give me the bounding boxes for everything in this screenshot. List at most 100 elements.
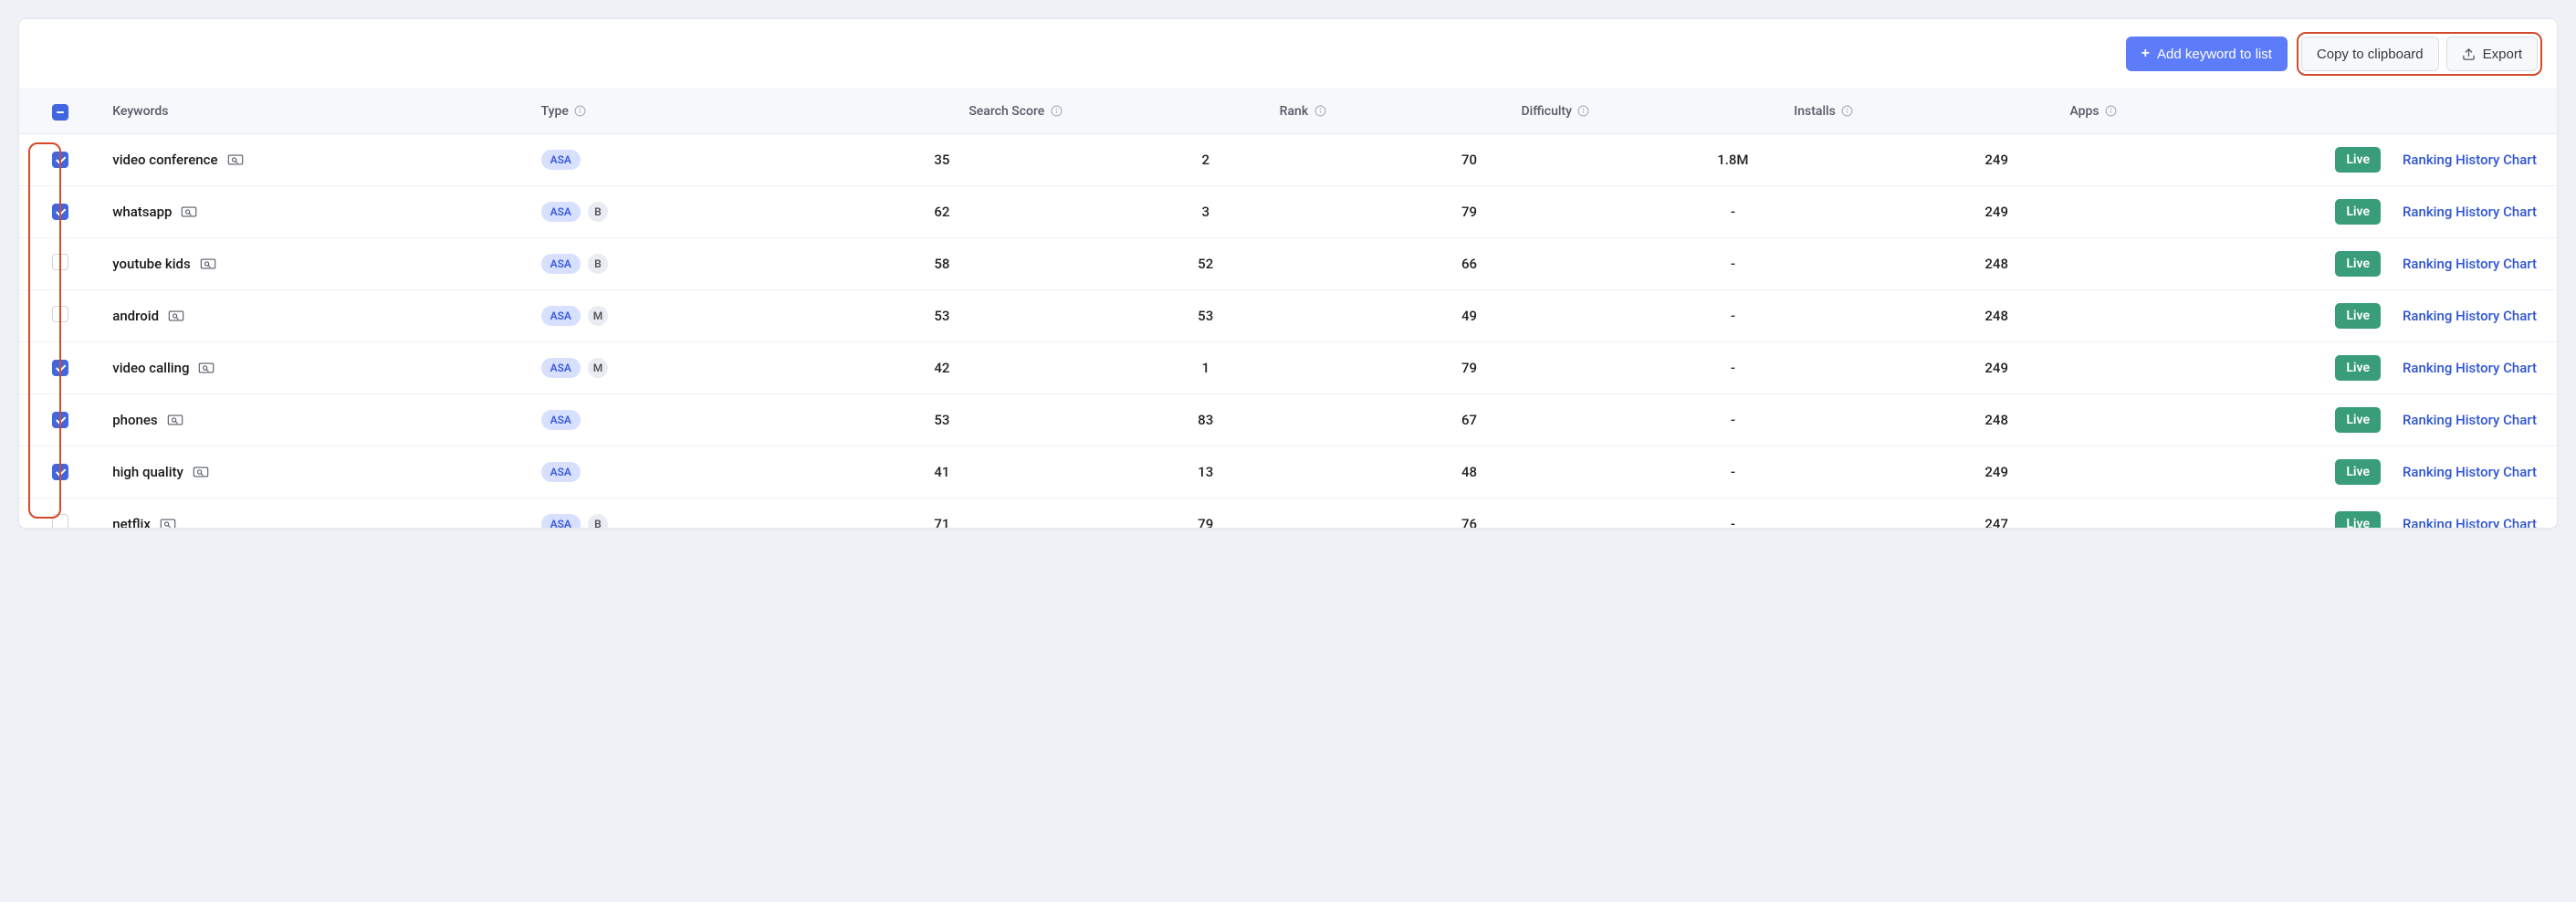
col-installs-label: Installs [1794,104,1836,119]
apps-value: 248 [1984,308,2008,324]
asa-badge: ASA [541,514,581,528]
col-difficulty-label: Difficulty [1522,104,1572,119]
apps-value: 249 [1984,360,2008,376]
rank-value: 79 [1198,516,1213,528]
row-checkbox[interactable] [52,254,68,270]
asa-badge: ASA [541,410,581,430]
info-icon[interactable] [1841,105,1854,118]
ranking-history-link[interactable]: Ranking History Chart [2403,256,2537,272]
keyword-search-icon[interactable] [227,153,244,166]
apps-value: 247 [1984,516,2008,528]
row-checkbox[interactable] [52,412,68,428]
info-icon[interactable] [1314,105,1326,118]
type-extra-badge: B [588,254,608,274]
keyword-search-icon[interactable] [167,414,183,426]
rank-value: 2 [1201,152,1209,168]
live-badge[interactable]: Live [2335,407,2381,433]
plus-icon: + [2141,47,2150,61]
keyword-text: video calling [112,360,189,376]
row-checkbox[interactable] [52,204,68,220]
keyword-text: video conference [112,152,217,168]
ranking-history-link[interactable]: Ranking History Chart [2403,412,2537,428]
keyword-text: whatsapp [112,204,172,220]
asa-badge: ASA [541,358,581,378]
ranking-history-link[interactable]: Ranking History Chart [2403,308,2537,324]
difficulty-value: 67 [1461,412,1477,428]
search_score-value: 53 [934,308,949,324]
installs-value: - [1731,308,1735,324]
live-badge[interactable]: Live [2335,459,2381,485]
search_score-value: 53 [934,412,949,428]
keyword-search-icon[interactable] [160,518,176,528]
difficulty-value: 48 [1461,464,1477,480]
keyword-text: youtube kids [112,256,190,272]
installs-value: - [1731,516,1735,528]
info-icon[interactable] [1050,105,1063,118]
rank-value: 52 [1198,256,1213,272]
difficulty-value: 66 [1461,256,1477,272]
row-checkbox[interactable] [52,514,68,528]
difficulty-value: 79 [1461,360,1477,376]
keyword-text: netflix [112,516,151,528]
table-row: phones ASA538367-248LiveRanking History … [19,393,2557,446]
keyword-search-icon[interactable] [193,466,209,478]
live-badge[interactable]: Live [2335,251,2381,277]
live-badge[interactable]: Live [2335,303,2381,329]
live-badge[interactable]: Live [2335,147,2381,173]
toolbar: + Add keyword to list Copy to clipboard … [19,19,2557,89]
row-checkbox[interactable] [52,360,68,376]
copy-to-clipboard-button[interactable]: Copy to clipboard [2301,37,2439,71]
rank-value: 13 [1198,464,1213,480]
table-row: android ASAM535349-248LiveRanking Histor… [19,289,2557,341]
difficulty-value: 49 [1461,308,1477,324]
keyword-text: high quality [112,464,183,480]
asa-badge: ASA [541,306,581,326]
apps-value: 249 [1984,464,2008,480]
installs-value: - [1731,204,1735,220]
rank-value: 53 [1198,308,1213,324]
asa-badge: ASA [541,254,581,274]
search_score-value: 41 [934,464,949,480]
installs-value: - [1731,412,1735,428]
keyword-search-icon[interactable] [181,205,197,218]
type-extra-badge: B [588,514,608,528]
asa-badge: ASA [541,462,581,482]
keyword-search-icon[interactable] [168,309,184,322]
apps-value: 249 [1984,152,2008,168]
live-badge[interactable]: Live [2335,355,2381,381]
table-scroll[interactable]: Keywords Type Search Score [19,89,2557,528]
apps-value: 248 [1984,256,2008,272]
ranking-history-link[interactable]: Ranking History Chart [2403,204,2537,220]
difficulty-value: 79 [1461,204,1477,220]
export-button[interactable]: Export [2446,37,2538,71]
select-all-checkbox[interactable] [52,104,68,121]
installs-value: 1.8M [1717,152,1748,168]
ranking-history-link[interactable]: Ranking History Chart [2403,152,2537,168]
row-checkbox[interactable] [52,152,68,168]
table-row: video conference ASA352701.8M249LiveRank… [19,133,2557,185]
live-badge[interactable]: Live [2335,511,2381,528]
live-badge[interactable]: Live [2335,199,2381,225]
add-keyword-button[interactable]: + Add keyword to list [2126,37,2288,71]
export-label: Export [2483,47,2522,62]
export-group-highlight: Copy to clipboard Export [2297,32,2542,76]
keyword-search-icon[interactable] [200,257,216,270]
asa-badge: ASA [541,202,581,222]
table-row: netflix ASAB717976-247LiveRanking Histor… [19,498,2557,528]
rank-value: 3 [1201,204,1209,220]
keyword-search-icon[interactable] [198,362,215,374]
info-icon[interactable] [1577,105,1590,118]
ranking-history-link[interactable]: Ranking History Chart [2403,516,2537,528]
col-type-label: Type [541,104,569,119]
rank-value: 1 [1201,360,1209,376]
apps-value: 249 [1984,204,2008,220]
row-checkbox[interactable] [52,464,68,480]
info-icon[interactable] [2105,105,2118,118]
difficulty-value: 76 [1461,516,1477,528]
copy-label: Copy to clipboard [2317,47,2424,62]
row-checkbox[interactable] [52,306,68,322]
ranking-history-link[interactable]: Ranking History Chart [2403,464,2537,480]
keyword-text: android [112,308,159,324]
info-icon[interactable] [574,105,587,118]
ranking-history-link[interactable]: Ranking History Chart [2403,360,2537,376]
